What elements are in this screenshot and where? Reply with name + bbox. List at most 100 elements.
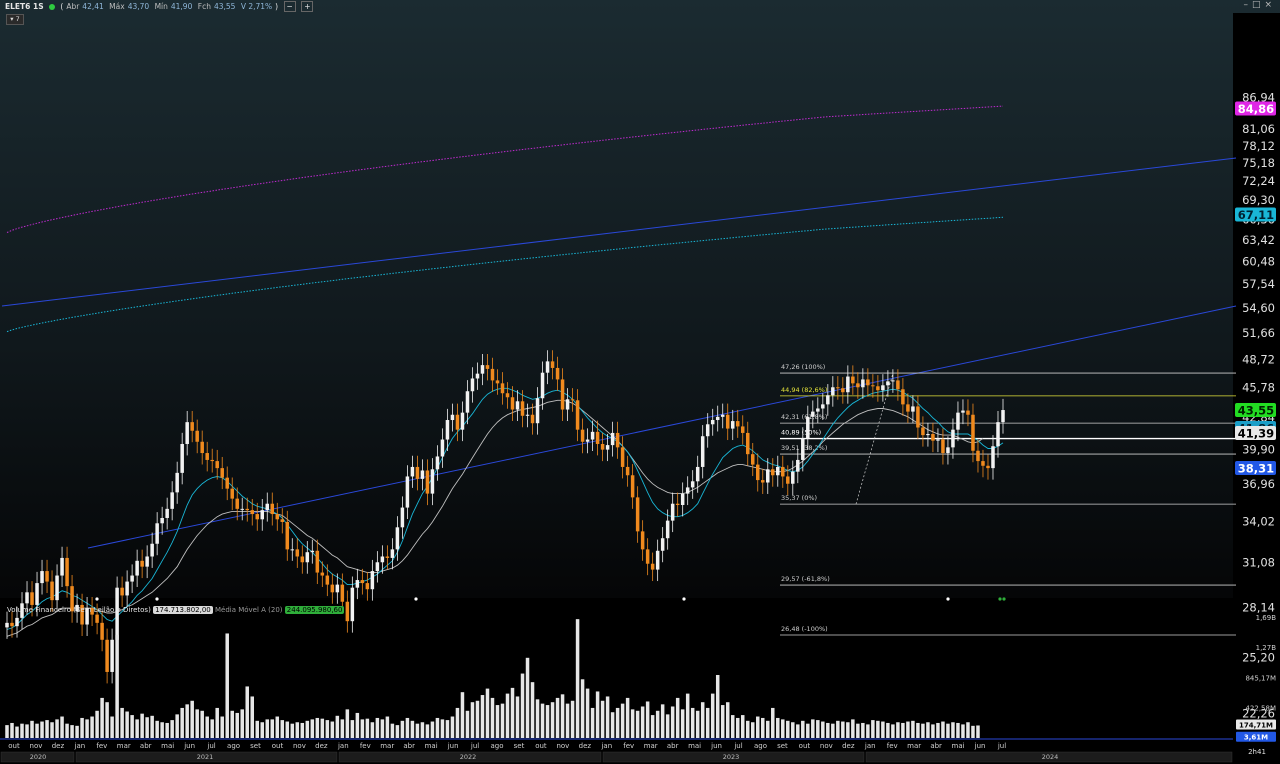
candle-body[interactable] — [190, 422, 194, 431]
volume-bar[interactable] — [766, 720, 770, 738]
candle-body[interactable] — [966, 410, 970, 415]
candle-body[interactable] — [550, 361, 555, 368]
candle-body[interactable] — [475, 373, 480, 379]
volume-bar[interactable] — [771, 707, 775, 738]
volume-bar[interactable] — [615, 707, 620, 738]
candle-body[interactable] — [991, 446, 995, 469]
volume-bar[interactable] — [425, 724, 430, 738]
candle-body[interactable] — [896, 380, 900, 390]
volume-bar[interactable] — [946, 723, 950, 738]
volume-bar[interactable] — [831, 723, 835, 738]
volume-bar[interactable] — [365, 718, 370, 738]
candle-body[interactable] — [635, 497, 640, 532]
volume-bar[interactable] — [866, 724, 870, 738]
volume-bar[interactable] — [335, 715, 340, 738]
candle-body[interactable] — [540, 372, 545, 399]
volume-bar[interactable] — [190, 700, 194, 738]
candle-body[interactable] — [951, 429, 955, 448]
volume-bar[interactable] — [695, 710, 700, 738]
volume-bar[interactable] — [240, 709, 244, 738]
volume-bar[interactable] — [55, 719, 59, 738]
candle-body[interactable] — [871, 385, 875, 387]
candle-body[interactable] — [410, 466, 415, 477]
volume-bar[interactable] — [781, 719, 785, 738]
volume-bar[interactable] — [851, 719, 855, 738]
volume-bar[interactable] — [675, 697, 680, 738]
volume-bar[interactable] — [450, 716, 455, 738]
volume-bar[interactable] — [605, 696, 610, 738]
volume-bar[interactable] — [570, 700, 575, 738]
volume-bar[interactable] — [275, 716, 280, 738]
volume-bar[interactable] — [345, 709, 350, 738]
volume-bar[interactable] — [630, 709, 635, 738]
volume-bar[interactable] — [465, 710, 470, 738]
candle-body[interactable] — [826, 395, 830, 405]
volume-bar[interactable] — [871, 720, 875, 738]
candle-body[interactable] — [200, 441, 204, 454]
volume-bar[interactable] — [460, 692, 465, 738]
candle-body[interactable] — [710, 420, 715, 425]
candle-body[interactable] — [575, 400, 580, 430]
candle-body[interactable] — [791, 471, 795, 484]
event-dot-icon[interactable] — [946, 597, 950, 601]
candle-body[interactable] — [55, 575, 59, 601]
volume-bar[interactable] — [390, 723, 395, 738]
volume-bar[interactable] — [921, 723, 925, 738]
event-dot-icon[interactable] — [414, 597, 418, 601]
volume-bar[interactable] — [200, 710, 204, 738]
candle-body[interactable] — [395, 527, 400, 550]
candle-body[interactable] — [520, 401, 525, 416]
candle-body[interactable] — [100, 622, 104, 640]
candle-body[interactable] — [95, 614, 99, 623]
candle-body[interactable] — [5, 622, 9, 628]
volume-bar[interactable] — [896, 722, 900, 738]
volume-bar[interactable] — [801, 720, 805, 738]
candle-body[interactable] — [851, 376, 855, 384]
volume-bar[interactable] — [610, 712, 615, 738]
volume-bar[interactable] — [35, 723, 39, 738]
volume-bar[interactable] — [175, 714, 179, 738]
candle-body[interactable] — [505, 393, 510, 398]
volume-bar[interactable] — [120, 707, 124, 738]
volume-bar[interactable] — [60, 716, 64, 738]
volume-bar[interactable] — [640, 706, 645, 738]
candle-body[interactable] — [565, 399, 570, 410]
candle-body[interactable] — [285, 521, 290, 550]
candle-body[interactable] — [290, 549, 295, 551]
candle-body[interactable] — [140, 560, 144, 567]
volume-bar[interactable] — [180, 707, 184, 738]
volume-bar[interactable] — [80, 717, 84, 738]
volume-bar[interactable] — [725, 702, 730, 738]
volume-bar[interactable] — [235, 712, 239, 738]
candle-body[interactable] — [786, 476, 790, 484]
candle-body[interactable] — [10, 622, 14, 627]
candle-body[interactable] — [906, 404, 910, 412]
candle-body[interactable] — [555, 367, 560, 380]
volume-bar[interactable] — [816, 720, 820, 738]
volume-bar[interactable] — [856, 723, 860, 738]
volume-bar[interactable] — [420, 722, 425, 738]
candle-body[interactable] — [345, 601, 350, 622]
volume-bar[interactable] — [110, 716, 114, 738]
candle-body[interactable] — [976, 450, 980, 462]
candle-body[interactable] — [916, 406, 920, 428]
candle-body[interactable] — [365, 583, 370, 590]
volume-bar[interactable] — [475, 700, 480, 738]
candle-body[interactable] — [180, 443, 184, 473]
volume-bar[interactable] — [270, 719, 275, 738]
volume-bar[interactable] — [155, 720, 159, 738]
candle-body[interactable] — [831, 387, 835, 396]
candle-body[interactable] — [500, 383, 505, 394]
volume-bar[interactable] — [280, 720, 285, 738]
candle-body[interactable] — [640, 531, 645, 550]
price-chart[interactable]: 47,26 (100%) 44,94 (82,6%) 42,31 (61,8%) 40… — [0, 0, 1280, 764]
candle-body[interactable] — [35, 583, 39, 605]
volume-bar[interactable] — [70, 725, 74, 738]
candle-body[interactable] — [816, 408, 820, 412]
volume-bar[interactable] — [415, 723, 420, 738]
volume-bar[interactable] — [285, 721, 290, 738]
volume-bar[interactable] — [515, 696, 520, 738]
candle-body[interactable] — [675, 503, 680, 505]
volume-bar[interactable] — [540, 703, 545, 738]
candle-body[interactable] — [595, 431, 600, 444]
